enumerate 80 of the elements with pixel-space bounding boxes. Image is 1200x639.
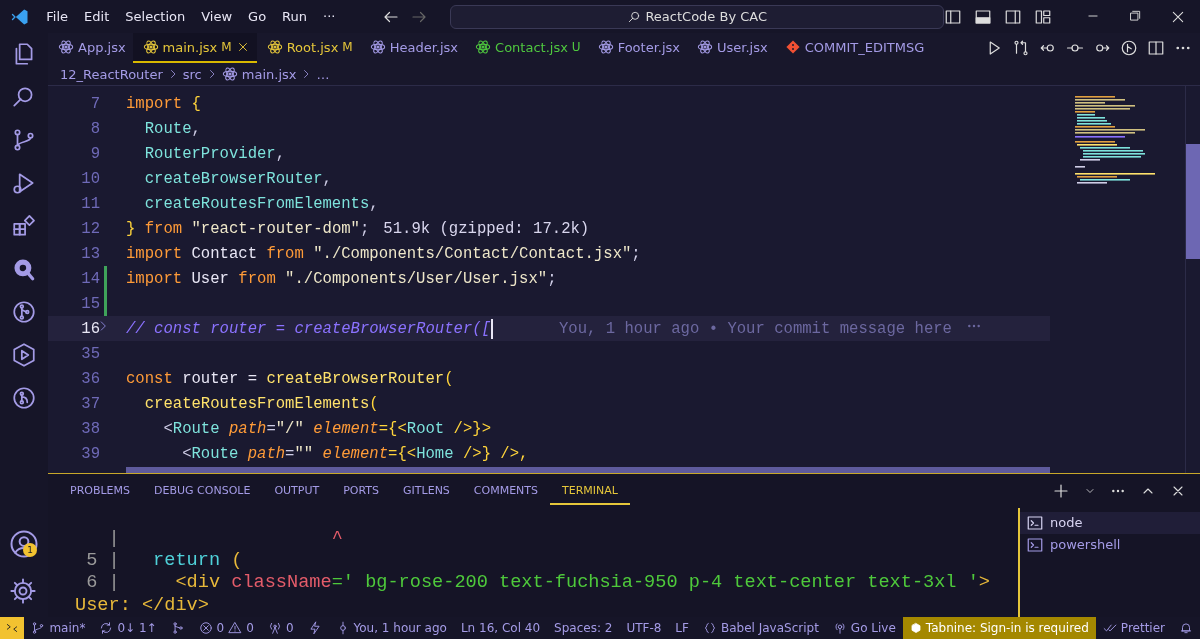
- command-center[interactable]: ReactCode By CAC: [450, 4, 944, 29]
- panel-tab[interactable]: TERMINAL: [550, 476, 630, 506]
- code-text: <Route path="" element={<Home />} />,: [181, 444, 529, 463]
- breadcrumb[interactable]: src: [182, 66, 202, 82]
- line-number: 11: [80, 194, 100, 213]
- terminal-session[interactable]: powershell: [1020, 533, 1200, 556]
- line-number: 16: [80, 319, 100, 338]
- terminal-line: 5 | return (: [85, 550, 244, 573]
- menu-item[interactable]: Selection: [118, 5, 193, 28]
- sync-status[interactable]: 0↓ 1↑: [117, 621, 157, 635]
- line-number: 37: [80, 394, 100, 413]
- terminal-session[interactable]: node: [1020, 511, 1200, 534]
- editor-tab[interactable]: main.jsx M: [132, 33, 257, 63]
- editor-tab[interactable]: Root.jsx M: [256, 33, 360, 63]
- go-live[interactable]: Go Live: [850, 621, 896, 635]
- code-text: import User from "./Components/User/User.jsx";: [126, 269, 557, 288]
- line-number: 15: [80, 294, 100, 313]
- code-text: RouterProvider,: [143, 144, 286, 163]
- terminal-line: 6 | <div className=' bg-rose-200 text-fuchsia-950 p-4 text-center text-3xl '>: [85, 572, 991, 595]
- breadcrumb[interactable]: 12_ReactRouter: [60, 66, 163, 82]
- line-number: 38: [80, 419, 100, 438]
- editor-tab[interactable]: Header.jsx: [359, 33, 466, 63]
- terminal-line: User: </div>: [75, 594, 210, 617]
- line-number: 36: [80, 369, 100, 388]
- line-number: 12: [80, 219, 100, 238]
- file-status: M: [221, 40, 232, 54]
- menu-item[interactable]: Edit: [77, 5, 117, 28]
- menu-item[interactable]: Run: [275, 5, 315, 28]
- code-text: const router = createBrowserRouter(: [126, 369, 454, 388]
- prettier-status[interactable]: Prettier: [1120, 621, 1165, 635]
- panel-tab[interactable]: PORTS: [331, 476, 392, 506]
- encoding[interactable]: UTF-8: [619, 621, 669, 635]
- file-status: M: [342, 40, 353, 54]
- panel-tab[interactable]: DEBUG CONSOLE: [142, 476, 263, 506]
- file-status: U: [571, 40, 581, 54]
- panel-tab[interactable]: GITLENS: [391, 476, 462, 506]
- breadcrumb[interactable]: …: [316, 66, 330, 82]
- editor-tab[interactable]: COMMIT_EDITMSG: [774, 33, 932, 63]
- git-blame-annotation: You, 1 hour ago • Your commit message here: [558, 319, 952, 338]
- menu-item[interactable]: File: [39, 5, 76, 28]
- line-number: 9: [89, 144, 100, 163]
- line-number: 35: [80, 344, 100, 363]
- menu-item[interactable]: ···: [316, 5, 343, 28]
- code-text: Route,: [143, 119, 201, 138]
- indentation[interactable]: Spaces: 2: [547, 621, 620, 635]
- code-text: } from "react-router-dom";: [126, 219, 370, 238]
- panel-tab[interactable]: PROBLEMS: [58, 476, 143, 506]
- code-text: createRoutesFromElements(: [143, 394, 379, 413]
- cursor-position[interactable]: Ln 16, Col 40: [453, 621, 548, 635]
- code-text: import {: [126, 94, 201, 113]
- line-number: 8: [89, 119, 100, 138]
- line-number: 7: [89, 94, 100, 113]
- line-number: 13: [80, 244, 100, 263]
- language-mode[interactable]: Babel JavaScript: [720, 621, 819, 635]
- line-number: 14: [80, 269, 100, 288]
- line-number: 10: [80, 169, 100, 188]
- terminal-line: | ^: [107, 527, 344, 551]
- menu-item[interactable]: View: [194, 5, 240, 28]
- code-text: createRoutesFromElements,: [143, 194, 379, 213]
- panel-tab[interactable]: OUTPUT: [262, 476, 332, 506]
- panel-tab[interactable]: COMMENTS: [461, 476, 551, 506]
- editor-tab[interactable]: Footer.jsx: [587, 33, 688, 63]
- editor-tab[interactable]: App.jsx: [48, 33, 133, 63]
- code-text: <Route path="/" element={<Root />}>: [162, 419, 491, 438]
- code-text: createBrowserRouter,: [143, 169, 332, 188]
- error-count[interactable]: 0: [216, 621, 225, 635]
- code-text: import Contact from "./Components/Contact/Contact.jsx";: [126, 244, 641, 263]
- breadcrumb[interactable]: main.jsx: [241, 66, 297, 82]
- code-text: // const router = createBrowserRouter([: [126, 319, 491, 338]
- warning-count[interactable]: 0: [246, 621, 254, 635]
- line-ending[interactable]: LF: [668, 621, 696, 635]
- blame-status[interactable]: You, 1 hour ago: [353, 621, 447, 635]
- editor-tab[interactable]: User.jsx: [687, 33, 775, 63]
- editor-tab[interactable]: Contact.jsx U: [465, 33, 588, 63]
- import-size-hint: 51.9k (gzipped: 17.2k): [383, 219, 590, 238]
- notification-badge: 1: [23, 543, 37, 557]
- ports-count[interactable]: 0: [285, 621, 294, 635]
- line-number: 39: [80, 444, 100, 463]
- menu-item[interactable]: Go: [241, 5, 274, 28]
- branch-name[interactable]: main*: [49, 621, 86, 635]
